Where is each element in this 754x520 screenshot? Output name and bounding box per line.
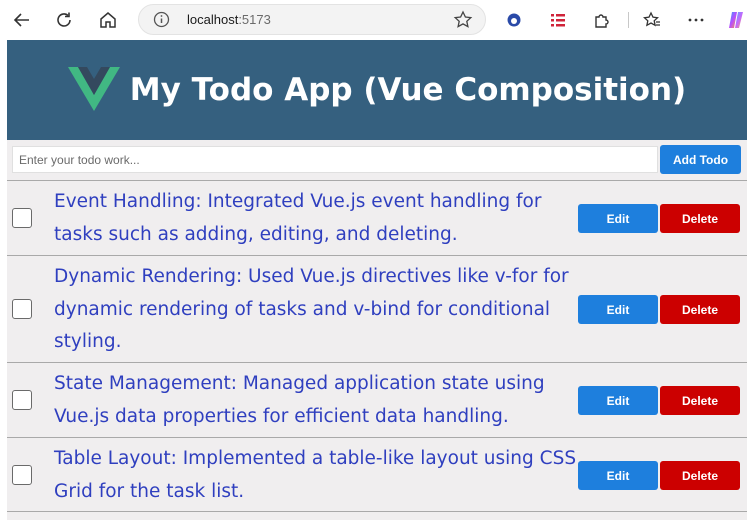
toolbar-separator: [628, 12, 629, 28]
todo-row: Dynamic Rendering: Used Vue.js directive…: [7, 255, 747, 362]
extension-circle-icon[interactable]: [502, 8, 526, 32]
edit-button[interactable]: Edit: [578, 461, 658, 490]
more-menu-icon[interactable]: [684, 8, 708, 32]
app-header: My Todo App (Vue Composition): [7, 40, 747, 140]
todo-checkbox[interactable]: [12, 299, 32, 319]
address-bar[interactable]: localhost:5173: [138, 4, 486, 35]
browser-toolbar: localhost:5173: [0, 0, 754, 40]
back-icon[interactable]: [10, 8, 34, 32]
todo-checkbox[interactable]: [12, 465, 32, 485]
bookmark-star-icon[interactable]: [453, 10, 473, 35]
delete-button[interactable]: Delete: [660, 386, 740, 415]
vue-logo-icon: [67, 67, 120, 111]
todo-text: Dynamic Rendering: Used Vue.js directive…: [54, 266, 569, 352]
site-info-icon[interactable]: [153, 11, 170, 33]
todo-text: Table Layout: Implemented a table-like l…: [54, 448, 577, 502]
todo-text: State Management: Managed application st…: [54, 373, 545, 427]
todo-input[interactable]: [12, 146, 658, 173]
todo-checkbox[interactable]: [12, 390, 32, 410]
todo-text: Event Handling: Integrated Vue.js event …: [54, 191, 542, 245]
todo-row: Event Handling: Integrated Vue.js event …: [7, 180, 747, 255]
todo-row: Table Layout: Implemented a table-like l…: [7, 437, 747, 512]
extension-list-icon[interactable]: [546, 8, 570, 32]
edit-button[interactable]: Edit: [578, 295, 658, 324]
extensions-puzzle-icon[interactable]: [590, 8, 614, 32]
edit-button[interactable]: Edit: [578, 204, 658, 233]
edit-button[interactable]: Edit: [578, 386, 658, 415]
add-todo-button[interactable]: Add Todo: [660, 145, 741, 174]
delete-button[interactable]: Delete: [660, 461, 740, 490]
todo-checkbox[interactable]: [12, 208, 32, 228]
delete-button[interactable]: Delete: [660, 204, 740, 233]
home-icon[interactable]: [96, 8, 120, 32]
add-todo-form: Add Todo: [7, 140, 747, 180]
todo-list: Event Handling: Integrated Vue.js event …: [7, 180, 747, 512]
todo-app: My Todo App (Vue Composition) Add Todo E…: [7, 40, 747, 520]
delete-button[interactable]: Delete: [660, 295, 740, 324]
app-title: My Todo App (Vue Composition): [129, 72, 687, 108]
copilot-icon[interactable]: [724, 8, 748, 32]
reload-icon[interactable]: [52, 8, 76, 32]
favorites-icon[interactable]: [640, 8, 664, 32]
todo-row: State Management: Managed application st…: [7, 362, 747, 437]
url-text: localhost:5173: [187, 12, 271, 27]
